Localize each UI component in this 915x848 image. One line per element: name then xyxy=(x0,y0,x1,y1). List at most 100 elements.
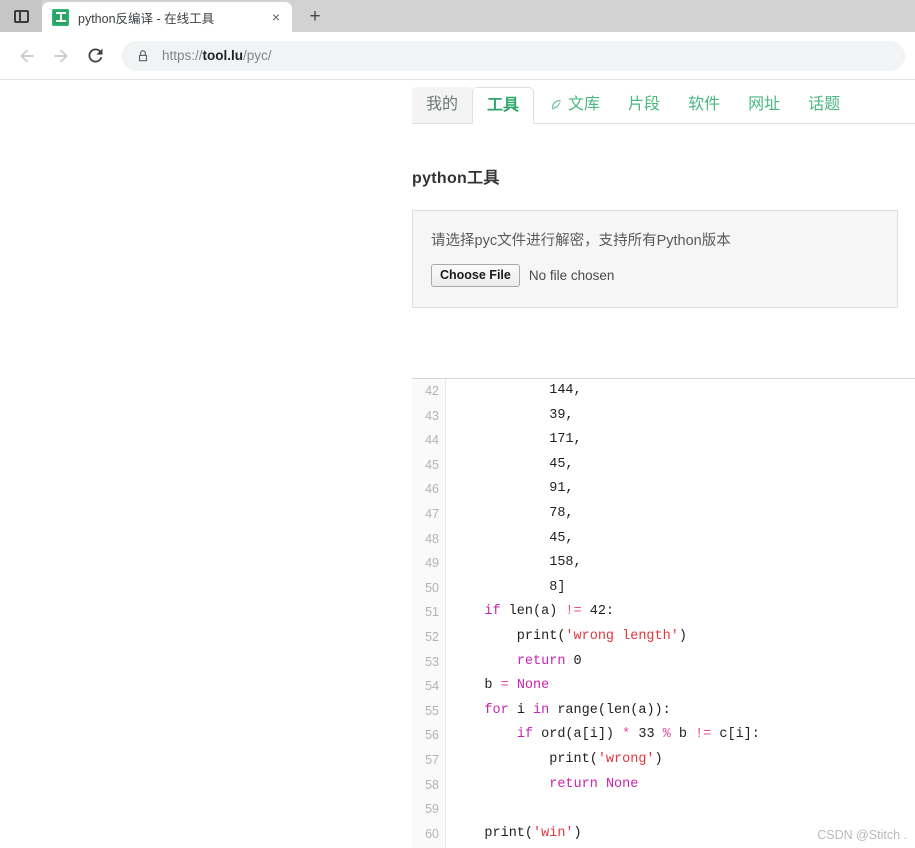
code-line: 39, xyxy=(452,404,915,429)
code-token: return xyxy=(549,776,598,792)
reload-button[interactable] xyxy=(78,39,112,73)
choose-file-button[interactable]: Choose File xyxy=(431,264,520,287)
line-number: 60 xyxy=(425,826,439,841)
code-token: % xyxy=(662,727,671,743)
url-path: /pyc/ xyxy=(243,48,272,63)
feather-icon xyxy=(548,98,563,113)
nav-tab-label: 片段 xyxy=(628,96,661,113)
new-tab-button[interactable]: + xyxy=(300,1,330,31)
forward-arrow-icon xyxy=(54,48,68,63)
nav-tab-label: 网址 xyxy=(748,96,781,113)
code-line: 45, xyxy=(452,527,915,552)
code-table: 4243444546474849505152535455565758596061… xyxy=(412,379,915,848)
code-token: ord(a[i]) xyxy=(533,727,623,743)
nav-tab-6[interactable]: 话题 xyxy=(794,87,854,123)
code-token: for xyxy=(484,702,509,718)
code-token: None xyxy=(605,776,639,792)
back-arrow-icon xyxy=(20,48,34,63)
code-line: 158, xyxy=(452,551,915,576)
browser-tab[interactable]: python反编译 - 在线工具 × xyxy=(42,2,292,32)
nav-tab-5[interactable]: 网址 xyxy=(734,87,794,123)
forward-button[interactable] xyxy=(44,39,78,73)
nav-tab-label: 文库 xyxy=(568,96,601,113)
code-token: if xyxy=(484,604,501,620)
code-lines[interactable]: 144, 39, 171, 45, 91, 78, 45, 158, 8] if… xyxy=(446,379,915,848)
nav-tab-0[interactable]: 我的 xyxy=(412,87,473,123)
code-line: if ord(a[i]) * 33 % b != c[i]: xyxy=(452,723,915,748)
code-token: 'win' xyxy=(533,825,574,841)
code-line: 78, xyxy=(452,502,915,527)
url-host: tool.lu xyxy=(202,48,244,63)
line-number: 56 xyxy=(425,728,439,743)
nav-tab-label: 软件 xyxy=(688,96,721,113)
line-number: 51 xyxy=(425,605,439,620)
code-line: b = None xyxy=(452,674,915,699)
site-nav-tabs: 我的 工具 文库 片段 软件 网址 话题 xyxy=(412,80,915,124)
code-token: 144, xyxy=(452,383,582,398)
code-token: 'wrong length' xyxy=(565,628,679,644)
code-line: 171, xyxy=(452,428,915,453)
code-token: None xyxy=(516,678,550,694)
code-token: = xyxy=(500,678,509,694)
line-number: 58 xyxy=(425,777,439,792)
code-token: print( xyxy=(452,825,534,841)
pyc-upload-panel: 请选择pyc文件进行解密，支持所有Python版本 Choose File No… xyxy=(412,210,898,308)
tab-search-button[interactable] xyxy=(0,0,42,32)
code-line: return 0 xyxy=(452,650,915,675)
code-token: != xyxy=(695,727,712,743)
line-number: 53 xyxy=(425,654,439,669)
code-token: print( xyxy=(452,628,566,644)
code-token: 8] xyxy=(452,579,566,595)
browser-chrome: python反编译 - 在线工具 × + https://tool.lu/pyc… xyxy=(0,0,915,80)
code-token: len(a) xyxy=(500,604,566,620)
nav-tab-4[interactable]: 软件 xyxy=(674,87,734,123)
code-token: i xyxy=(508,702,534,718)
line-number: 43 xyxy=(425,408,439,423)
tab-title: python反编译 - 在线工具 xyxy=(78,11,215,26)
line-number: 47 xyxy=(425,506,439,521)
code-token: 45, xyxy=(452,530,574,546)
code-line: for i in range(len(a)): xyxy=(452,699,915,724)
nav-tab-3[interactable]: 片段 xyxy=(614,87,674,123)
line-number: 59 xyxy=(425,802,439,817)
nav-tab-label: 我的 xyxy=(426,96,459,113)
decompiled-code-viewer[interactable]: 4243444546474849505152535455565758596061… xyxy=(412,378,915,848)
back-button[interactable] xyxy=(10,39,44,73)
line-number: 44 xyxy=(425,433,439,448)
nav-tab-2[interactable]: 文库 xyxy=(534,87,614,123)
code-token: b xyxy=(670,727,696,743)
line-number: 55 xyxy=(425,703,439,718)
file-name-label: No file chosen xyxy=(528,268,615,283)
browser-toolbar: https://tool.lu/pyc/ xyxy=(0,32,915,80)
page-viewport: 我的 工具 文库 片段 软件 网址 话题 python工具 请选择pyc文件进行解密，支持所… xyxy=(0,80,915,848)
nav-tab-label: 话题 xyxy=(808,96,841,113)
code-token: 45, xyxy=(452,456,574,472)
site-content: 我的 工具 文库 片段 软件 网址 话题 python工具 请选择pyc文件进行解密，支持所… xyxy=(412,80,915,308)
watermark: CSDN @Stitch . xyxy=(817,828,907,842)
code-token: range(len(a)): xyxy=(549,702,671,718)
code-line: if len(a) != 42: xyxy=(452,600,915,625)
close-icon[interactable]: × xyxy=(266,7,286,27)
code-token: in xyxy=(533,702,550,718)
line-number: 48 xyxy=(425,531,439,546)
lock-icon xyxy=(136,48,150,64)
line-number-gutter: 4243444546474849505152535455565758596061… xyxy=(412,379,446,848)
code-token: ) xyxy=(573,825,582,841)
page-title: python工具 xyxy=(412,170,500,187)
nav-tab-1[interactable]: 工具 xyxy=(472,87,535,124)
code-line: 91, xyxy=(452,477,915,502)
upload-hint: 请选择pyc文件进行解密，支持所有Python版本 xyxy=(431,233,731,249)
code-line: 144, xyxy=(452,379,915,404)
code-line: 8] xyxy=(452,576,915,601)
file-input-row[interactable]: Choose File No file chosen xyxy=(413,250,897,307)
address-bar[interactable]: https://tool.lu/pyc/ xyxy=(122,40,905,71)
code-token: 78, xyxy=(452,505,574,521)
code-line: 45, xyxy=(452,453,915,478)
code-token: 171, xyxy=(452,432,582,448)
